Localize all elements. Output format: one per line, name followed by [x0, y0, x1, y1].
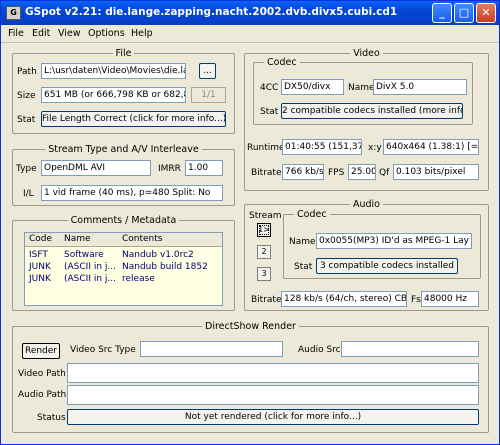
il-label: I/L: [23, 189, 34, 199]
minimize-button[interactable]: _: [432, 3, 452, 23]
audio-bitrate-label: Bitrate: [251, 295, 282, 305]
video-bitrate-field[interactable]: 766 kb/s: [282, 164, 324, 180]
metadata-list-header: Code Name Contents: [25, 233, 222, 247]
size-label: Size: [17, 91, 36, 101]
imrr-label: IMRR: [158, 164, 181, 174]
maximize-button[interactable]: □: [454, 3, 474, 23]
video-name-field[interactable]: DivX 5.0: [373, 79, 467, 95]
menu-file[interactable]: File: [8, 28, 24, 39]
video-src-type-label: Video Src Type: [70, 345, 136, 355]
title-bar[interactable]: G GSpot v2.21: die.lange.zapping.nacht.2…: [1, 1, 499, 25]
gspot-app-icon: G: [6, 6, 21, 20]
audio-stream-2-button[interactable]: 2: [257, 245, 271, 259]
fs-field[interactable]: 48000 Hz: [421, 291, 479, 307]
xy-label: x:y: [368, 143, 382, 153]
menu-help[interactable]: Help: [131, 28, 153, 39]
file-stat-button[interactable]: File Length Correct (click for more info…: [41, 111, 226, 127]
audio-stat-button[interactable]: 3 compatible codecs installed: [316, 258, 458, 274]
stat-label: Stat: [17, 115, 36, 125]
video-codec-legend: Codec: [267, 57, 297, 68]
path-field[interactable]: L:\usr\daten\Video\Movies\die.la: [41, 63, 186, 79]
render-status-button[interactable]: Not yet rendered (click for more info...…: [67, 409, 479, 425]
fourcc-label: 4CC: [260, 83, 279, 93]
fourcc-field[interactable]: DX50/divx: [281, 79, 344, 95]
metadata-list[interactable]: Code Name Contents ISFT Software Nandub …: [24, 232, 223, 306]
video-path-field[interactable]: [67, 363, 479, 383]
audio-stat-label: Stat: [294, 262, 313, 272]
browse-button[interactable]: ...: [199, 63, 216, 79]
audio-stream-3-button[interactable]: 3: [257, 267, 271, 281]
fps-field[interactable]: 25.00: [348, 164, 376, 180]
size-ratio-button[interactable]: 1/1: [191, 87, 226, 103]
col-contents[interactable]: Contents: [122, 234, 162, 244]
window-title: GSpot v2.21: die.lange.zapping.nacht.200…: [25, 6, 398, 18]
audio-path-field[interactable]: [67, 385, 479, 405]
video-bitrate-label: Bitrate: [251, 168, 282, 178]
audio-stream-1-button[interactable]: 1>: [257, 223, 271, 237]
imrr-field[interactable]: 1.00: [185, 160, 223, 176]
row-name: (ASCII in j...: [64, 262, 116, 272]
qf-field[interactable]: 0.103 bits/pixel: [393, 164, 479, 180]
menu-options[interactable]: Options: [88, 28, 125, 39]
list-item[interactable]: ISFT Software Nandub v1.0rc2: [25, 250, 222, 262]
comments-legend: Comments / Metadata: [70, 215, 177, 226]
type-label: Type: [16, 164, 37, 174]
audio-src-field[interactable]: [341, 341, 479, 357]
row-contents: release: [122, 274, 155, 284]
video-name-label: Name: [348, 83, 375, 93]
list-item[interactable]: JUNK (ASCII in j... release: [25, 274, 222, 286]
qf-label: Qf: [379, 168, 390, 178]
audio-src-label: Audio Src: [298, 345, 341, 355]
type-field[interactable]: OpenDML AVI: [41, 160, 151, 176]
gspot-window: G GSpot v2.21: die.lange.zapping.nacht.2…: [0, 0, 500, 445]
fs-label: Fs: [411, 295, 421, 305]
audio-path-label: Audio Path: [18, 390, 67, 400]
path-label: Path: [17, 67, 37, 77]
audio-codec-legend: Codec: [297, 209, 327, 220]
row-code: JUNK: [29, 262, 51, 272]
col-code[interactable]: Code: [29, 234, 52, 244]
col-name[interactable]: Name: [64, 234, 91, 244]
video-stat-button[interactable]: 2 compatible codecs installed (more info…: [281, 103, 463, 119]
list-item[interactable]: JUNK (ASCII in j... Nandub build 1852: [25, 262, 222, 274]
size-field[interactable]: 651 MB (or 666,798 KB or 682,80: [41, 87, 186, 103]
audio-stream-label: Stream: [249, 211, 282, 221]
close-button[interactable]: ✕: [476, 3, 496, 23]
audio-name-field[interactable]: 0x0055(MP3) ID'd as MPEG-1 Lay: [316, 233, 472, 249]
audio-name-label: Name: [289, 237, 316, 247]
row-name: Software: [64, 250, 104, 260]
runtime-label: Runtime: [247, 143, 285, 153]
runtime-field[interactable]: 01:40:55 (151,377: [282, 139, 362, 155]
directshow-legend: DirectShow Render: [205, 321, 296, 332]
menu-bar: File Edit View Options Help: [1, 25, 499, 43]
xy-field[interactable]: 640x464 (1.38:1) [=40: [383, 139, 479, 155]
row-name: (ASCII in j...: [64, 274, 116, 284]
il-field[interactable]: 1 vid frame (40 ms), p=480 Split: No: [41, 185, 223, 201]
menu-edit[interactable]: Edit: [32, 28, 50, 39]
stream-legend: Stream Type and A/V Interleave: [48, 144, 199, 155]
audio-bitrate-field[interactable]: 128 kb/s (64/ch, stereo) CB: [281, 291, 407, 307]
row-contents: Nandub v1.0rc2: [122, 250, 194, 260]
menu-view[interactable]: View: [58, 28, 81, 39]
row-code: ISFT: [29, 250, 48, 260]
file-legend: File: [115, 48, 132, 59]
video-stat-label: Stat: [260, 107, 279, 117]
video-src-type-field[interactable]: [140, 341, 283, 357]
video-path-label: Video Path: [18, 369, 66, 379]
render-button[interactable]: Render: [22, 343, 60, 359]
status-label: Status: [37, 413, 66, 423]
fps-label: FPS: [328, 168, 345, 178]
row-code: JUNK: [29, 274, 51, 284]
row-contents: Nandub build 1852: [122, 262, 208, 272]
